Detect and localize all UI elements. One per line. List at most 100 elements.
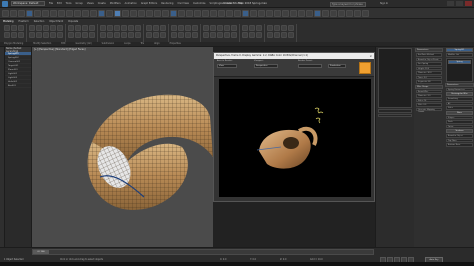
- parameter-row[interactable]: Free Spring: [416, 62, 442, 66]
- sign-in-link[interactable]: Sign In: [380, 2, 388, 5]
- ribbon-button[interactable]: [288, 32, 294, 38]
- toolbar-button[interactable]: [90, 9, 97, 17]
- toolbar-button[interactable]: [362, 9, 369, 17]
- ribbon-tab[interactable]: Modeling: [3, 20, 13, 23]
- toolbar-button[interactable]: [10, 9, 17, 17]
- toolbar-button[interactable]: [226, 9, 233, 17]
- ribbon-tab[interactable]: Populate: [68, 20, 78, 23]
- ribbon-button[interactable]: [121, 25, 127, 31]
- toolbar-button[interactable]: [138, 9, 145, 17]
- toolbar-button[interactable]: [242, 9, 249, 17]
- ribbon-button[interactable]: [128, 25, 134, 31]
- search-input[interactable]: Type a keyword or phrase: [330, 1, 366, 7]
- parameter-row[interactable]: Pinch: [446, 120, 473, 124]
- parameter-row[interactable]: All: [446, 101, 473, 105]
- ribbon-button[interactable]: [75, 25, 81, 31]
- ribbon-button[interactable]: [267, 25, 273, 31]
- ribbon-button[interactable]: [68, 25, 74, 31]
- toolbar-button[interactable]: [266, 9, 273, 17]
- toolbar-button[interactable]: [322, 9, 329, 17]
- ribbon-button[interactable]: [242, 25, 248, 31]
- ribbon-button[interactable]: [185, 25, 191, 31]
- parameter-row[interactable]: Bottom: None: [446, 143, 473, 147]
- ribbon-button[interactable]: [29, 25, 35, 31]
- ribbon-button[interactable]: [288, 25, 294, 31]
- ribbon-button[interactable]: [256, 32, 262, 38]
- modifier-list-dropdown[interactable]: Modifier List: [446, 53, 473, 57]
- toolbar-button[interactable]: [58, 9, 65, 17]
- ribbon-button[interactable]: [281, 25, 287, 31]
- menu-item[interactable]: Rendering: [161, 2, 173, 5]
- toolbar-button[interactable]: [250, 9, 257, 17]
- toolbar-button[interactable]: [74, 9, 81, 17]
- toolbar-button[interactable]: [178, 9, 185, 17]
- toolbar-button[interactable]: [258, 9, 265, 17]
- ribbon-button[interactable]: [43, 32, 49, 38]
- ribbon-button[interactable]: [29, 32, 35, 38]
- ribbon-button[interactable]: [274, 32, 280, 38]
- menu-item[interactable]: Civil View: [177, 2, 189, 5]
- menu-item[interactable]: Animation: [125, 2, 137, 5]
- toolbar-button[interactable]: [314, 9, 321, 17]
- toolbar-button[interactable]: [122, 9, 129, 17]
- parameter-row[interactable]: Wire Shape: [415, 84, 443, 89]
- z-coord[interactable]: Z: 0.0: [280, 258, 286, 261]
- ribbon-button[interactable]: [210, 25, 216, 31]
- ribbon-button[interactable]: [224, 25, 230, 31]
- ribbon-button[interactable]: [256, 25, 262, 31]
- minimize-button[interactable]: [447, 1, 454, 6]
- object-name-field[interactable]: Spring001: [446, 48, 473, 52]
- toolbar-button[interactable]: [290, 9, 297, 17]
- menu-item[interactable]: Scripting: [210, 2, 221, 5]
- ribbon-button[interactable]: [100, 32, 106, 38]
- toolbar-button[interactable]: [298, 9, 305, 17]
- ribbon-button[interactable]: [114, 32, 120, 38]
- menu-item[interactable]: Views: [87, 2, 94, 5]
- ribbon-button[interactable]: [160, 25, 166, 31]
- modifier-stack[interactable]: Spring: [446, 57, 473, 82]
- production-select[interactable]: Production: [328, 64, 346, 68]
- ribbon-button[interactable]: [192, 25, 198, 31]
- parameter-row[interactable]: Generate Mapping Coords: [416, 107, 442, 113]
- ribbon-button[interactable]: [224, 32, 230, 38]
- ribbon-button[interactable]: [135, 32, 141, 38]
- timeline[interactable]: 0 / 100: [32, 249, 374, 255]
- y-coord[interactable]: Y: 0.0: [250, 258, 256, 261]
- toolbar-button[interactable]: [34, 9, 41, 17]
- ribbon-button[interactable]: [281, 32, 287, 38]
- stack-item[interactable]: Spring: [448, 59, 471, 64]
- parameter-row[interactable]: Top: None: [446, 138, 473, 142]
- parameter-row[interactable]: Height: 30.0: [416, 66, 442, 70]
- render-preset-select[interactable]: [298, 64, 322, 68]
- parameter-row[interactable]: None: [446, 110, 473, 115]
- ribbon-button[interactable]: [153, 25, 159, 31]
- ribbon-button[interactable]: [249, 25, 255, 31]
- toolbar-button[interactable]: [162, 9, 169, 17]
- menu-item[interactable]: Modifiers: [110, 2, 121, 5]
- toolbar-button[interactable]: [346, 9, 353, 17]
- toolbar-button[interactable]: [66, 9, 73, 17]
- ribbon-button[interactable]: [75, 32, 81, 38]
- menu-item[interactable]: File: [49, 2, 53, 5]
- ribbon-button[interactable]: [217, 25, 223, 31]
- toolbar-button[interactable]: [218, 9, 225, 17]
- ribbon-button[interactable]: [82, 25, 88, 31]
- toolbar-button[interactable]: [330, 9, 337, 17]
- maximize-button[interactable]: [456, 1, 463, 6]
- ribbon-button[interactable]: [43, 25, 49, 31]
- parameter-row[interactable]: Sides: 16: [416, 98, 442, 102]
- parameter-row[interactable]: Parameters: [445, 82, 474, 87]
- toolbar-button[interactable]: [194, 9, 201, 17]
- left-list[interactable]: [378, 48, 412, 108]
- parameter-row[interactable]: Bound to Object Pivots: [416, 57, 442, 61]
- menu-item[interactable]: Graph Editors: [141, 2, 157, 5]
- parameter-row[interactable]: Bound to Object: [446, 134, 473, 138]
- ribbon-button[interactable]: [249, 32, 255, 38]
- ribbon-button[interactable]: [135, 25, 141, 31]
- parameter-row[interactable]: Sides: [446, 106, 473, 110]
- toolbar-button[interactable]: [202, 9, 209, 17]
- ribbon-button[interactable]: [203, 25, 209, 31]
- ribbon-button[interactable]: [107, 32, 113, 38]
- toolbar-button[interactable]: [114, 9, 121, 17]
- ribbon-button[interactable]: [36, 25, 42, 31]
